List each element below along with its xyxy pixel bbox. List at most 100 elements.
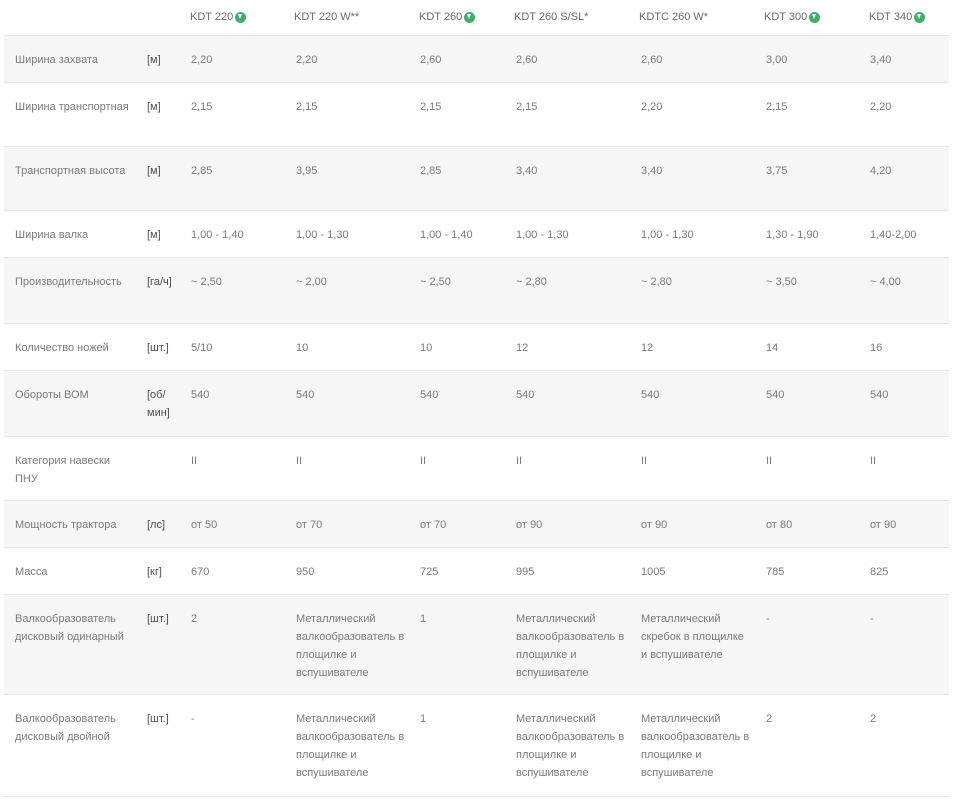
table-cell: 10 [296,342,309,354]
row-label: Обороты ВОМ [15,389,89,401]
column-header: KDT 340 [869,11,926,23]
table-cell: II [766,455,773,467]
table-row: Масса [кг] 670 950 725 995 1005 785 825 [4,548,949,595]
table-cell: 5/10 [191,342,213,354]
row-unit: [м] [147,165,161,177]
table-cell: 1,40-2,00 [870,229,917,241]
table-cell: от 70 [420,519,447,531]
table-cell: 2,15 [191,101,213,113]
table-cell: - [766,613,770,625]
column-header-label: KDT 260 [419,11,463,23]
row-unit: [об/мин] [147,389,170,419]
table-cell: II [191,455,198,467]
table-cell: 2,85 [191,165,213,177]
table-cell: Металлический валкообразователь в площил… [516,613,625,679]
download-icon[interactable] [464,11,476,23]
table-cell: 12 [641,342,654,354]
table-row: Количество ножей [шт.] 5/10 10 10 12 12 … [4,324,949,371]
row-label: Масса [15,566,48,578]
column-header: KDT 260 [419,11,476,23]
table-cell: 4,20 [870,165,892,177]
table-cell: 2,20 [191,54,213,66]
column-header: KDTC 260 W* [639,11,708,23]
table-cell: 2 [191,613,198,625]
table-cell: II [870,455,877,467]
table-cell: 540 [191,389,210,401]
table-cell: ~ 3,50 [766,276,797,288]
table-cell: 12 [516,342,529,354]
table-cell: 3,00 [766,54,788,66]
row-label: Производительность [15,276,122,288]
table-cell: 2 [870,713,877,725]
table-cell: 16 [870,342,883,354]
table-cell: 2,60 [641,54,663,66]
table-cell: 540 [870,389,889,401]
row-unit: [га/ч] [147,276,172,288]
row-label: Валкообразователь дисковый одинарный [15,613,124,643]
spec-table: KDT 220 KDT 220 W** KDT 260 KDT 260 S/SL… [4,0,949,797]
table-cell: 1 [420,613,427,625]
table-cell: ~ 2,80 [641,276,672,288]
table-cell: 2,60 [420,54,442,66]
column-header-label: KDT 340 [869,11,913,23]
table-cell: II [420,455,427,467]
table-cell: от 90 [516,519,543,531]
row-label: Транспортная высота [15,165,126,177]
row-label: Валкообразователь дисковый двойной [15,713,116,743]
table-row: Производительность [га/ч] ~ 2,50 ~ 2,00 … [4,258,949,324]
column-header: KDT 300 [764,11,821,23]
table-cell: 2 [766,713,773,725]
table-cell: 540 [766,389,785,401]
table-cell: 1 [420,713,427,725]
row-unit: [шт.] [147,713,169,725]
row-unit: [кг] [147,566,162,578]
table-cell: 3,40 [516,165,538,177]
table-cell: 1,00 - 1,40 [420,229,473,241]
column-header-label: KDTC 260 W* [639,11,709,23]
row-unit: [м] [147,229,161,241]
table-cell: 3,95 [296,165,318,177]
table-cell: ~ 4,00 [870,276,901,288]
table-cell: 2,15 [296,101,318,113]
table-cell: 540 [296,389,315,401]
row-label: Ширина валка [15,229,89,241]
column-header-label: KDT 260 S/SL* [514,11,589,23]
table-cell: Металлический валкообразователь в площил… [516,713,625,779]
row-label: Категория навески ПНУ [15,455,110,485]
table-cell: 14 [766,342,779,354]
table-cell: 825 [870,566,889,578]
table-cell: Металлический валкообразователь в площил… [296,613,405,679]
table-row: Категория навески ПНУ II II II II II II … [4,437,949,501]
table-cell: 2,20 [296,54,318,66]
table-cell: 1,00 - 1,40 [191,229,244,241]
table-cell: от 90 [641,519,668,531]
table-row: Валкообразователь дисковый двойной [шт.]… [4,695,949,797]
table-cell: 540 [641,389,660,401]
table-cell: 3,75 [766,165,788,177]
table-cell: 2,20 [641,101,663,113]
row-unit: [шт.] [147,613,169,625]
table-row: Транспортная высота [м] 2,85 3,95 2,85 3… [4,147,949,211]
column-header: KDT 260 S/SL* [514,11,588,23]
table-cell: 2,15 [420,101,442,113]
table-cell: 1,30 - 1,90 [766,229,819,241]
table-cell: 1,00 - 1,30 [296,229,349,241]
table-cell: 2,15 [766,101,788,113]
table-cell: 785 [766,566,785,578]
row-unit: [шт.] [147,342,169,354]
table-cell: 1,00 - 1,30 [641,229,694,241]
table-row: Валкообразователь дисковый одинарный [шт… [4,595,949,695]
column-header: KDT 220 [190,11,247,23]
download-icon[interactable] [809,11,821,23]
table-cell: 670 [191,566,210,578]
table-cell: 540 [516,389,535,401]
table-cell: - [191,713,195,725]
download-icon[interactable] [914,11,926,23]
table-header: KDT 220 KDT 220 W** KDT 260 KDT 260 S/SL… [4,0,949,36]
table-cell: ~ 2,50 [420,276,451,288]
table-row: Мощность трактора [лс] от 50 от 70 от 70… [4,501,949,548]
download-icon[interactable] [235,11,247,23]
table-cell: от 50 [191,519,218,531]
row-label: Ширина захвата [15,54,99,66]
table-cell: II [296,455,303,467]
